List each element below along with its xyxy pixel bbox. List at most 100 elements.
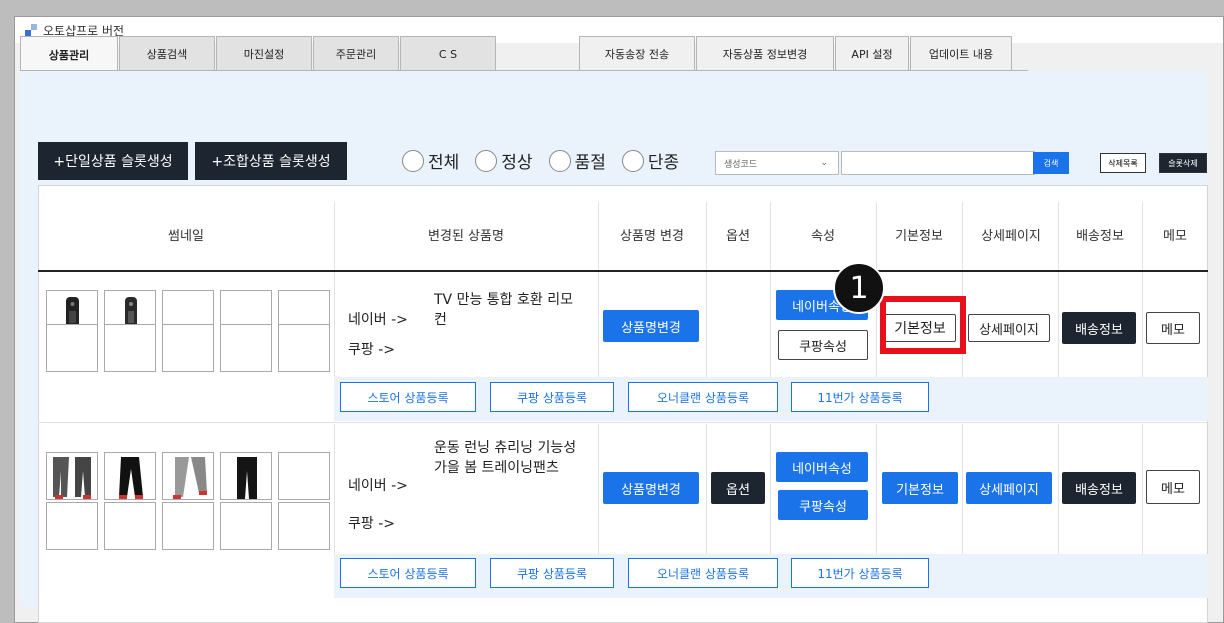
app-icon xyxy=(25,24,37,36)
screenshot-frame: 오토샵프로 버전 상품관리 상품검색 마진설정 주문관리 C S 자동송장 전송… xyxy=(0,0,1224,623)
thumbnail-slot[interactable] xyxy=(220,324,272,372)
radio-circle-icon xyxy=(548,149,571,172)
tab-product-management[interactable]: 상품관리 xyxy=(20,36,118,72)
thumbnail-slot[interactable] xyxy=(46,452,98,500)
create-combo-slot-button[interactable]: +조합상품 슬롯생성 xyxy=(195,142,347,180)
basic-info-button[interactable]: 기본정보 xyxy=(882,472,958,504)
slot-delete-button[interactable]: 슬롯삭제 xyxy=(1159,153,1207,173)
thumbnail-slot[interactable] xyxy=(46,502,98,550)
radio-all[interactable]: 전체 xyxy=(402,148,459,173)
coupang-attribute-button[interactable]: 쿠팡속성 xyxy=(778,330,868,360)
ownerclan-register-button[interactable]: 오너클랜 상품등록 xyxy=(628,558,778,588)
create-single-slot-button[interactable]: +단일상품 슬롯생성 xyxy=(38,142,188,180)
pants-icon xyxy=(53,457,91,499)
coupang-register-button[interactable]: 쿠팡 상품등록 xyxy=(490,558,614,588)
chevron-down-icon: ⌄ xyxy=(820,158,828,168)
naver-label: 네이버 -> xyxy=(348,312,408,328)
radio-circle-icon xyxy=(475,149,498,172)
col-divider xyxy=(770,202,771,378)
select-value: 생성코드 xyxy=(724,159,758,170)
thumbnail-slot[interactable] xyxy=(162,324,214,372)
coupang-label: 쿠팡 -> xyxy=(348,516,395,532)
tab-update-notes[interactable]: 업데이트 내용 xyxy=(910,36,1012,71)
radio-soldout[interactable]: 품절 xyxy=(548,148,606,173)
rename-product-button[interactable]: 상품명변경 xyxy=(603,472,699,504)
detail-page-button[interactable]: 상세페이지 xyxy=(968,314,1050,342)
tab-order-management[interactable]: 주문관리 xyxy=(313,36,399,71)
tab-cs[interactable]: C S xyxy=(400,36,496,71)
thumbnail-slot[interactable] xyxy=(46,324,98,372)
thumbnail-slot[interactable] xyxy=(104,502,156,550)
status-filter: 전체 정상 품절 단종 xyxy=(402,148,695,173)
header-divider xyxy=(38,270,1208,272)
shipping-info-button[interactable]: 배송정보 xyxy=(1062,312,1136,344)
deleted-list-button[interactable]: 삭제목록 xyxy=(1100,153,1146,173)
thumbnail-slot[interactable] xyxy=(278,324,330,372)
coupang-label: 쿠팡 -> xyxy=(348,342,395,358)
thumbnail-slot[interactable] xyxy=(162,452,214,500)
header-thumbnail: 썸네일 xyxy=(168,229,204,244)
rename-product-button[interactable]: 상품명변경 xyxy=(603,310,699,342)
11st-register-button[interactable]: 11번가 상품등록 xyxy=(791,558,929,588)
store-register-button[interactable]: 스토어 상품등록 xyxy=(340,382,476,412)
header-changed-name: 변경된 상품명 xyxy=(428,229,504,244)
row-divider xyxy=(38,422,1208,423)
naver-label: 네이버 -> xyxy=(348,478,408,494)
header-name-change: 상품명 변경 xyxy=(620,229,684,244)
thumbnail-slot[interactable] xyxy=(104,452,156,500)
tab-margin-settings[interactable]: 마진설정 xyxy=(216,36,312,71)
thumbnail-slot[interactable] xyxy=(162,502,214,550)
pants-icon xyxy=(237,457,257,499)
tab-product-search[interactable]: 상품검색 xyxy=(119,36,215,71)
highlight-box xyxy=(880,296,966,354)
11st-register-button[interactable]: 11번가 상품등록 xyxy=(791,382,929,412)
search-input[interactable] xyxy=(841,151,1035,175)
header-detail-page: 상세페이지 xyxy=(981,229,1041,244)
option-button[interactable]: 옵션 xyxy=(711,472,765,504)
search-type-select[interactable]: 생성코드 ⌄ xyxy=(715,151,839,175)
shipping-info-button[interactable]: 배송정보 xyxy=(1062,472,1136,504)
col-divider xyxy=(1142,202,1143,378)
main-tabs: 상품관리 상품검색 마진설정 주문관리 C S 자동송장 전송 자동상품 정보변… xyxy=(20,36,1028,72)
radio-discontinued-label: 단종 xyxy=(647,153,680,173)
tab-spacer xyxy=(497,36,579,71)
col-divider xyxy=(1142,424,1143,554)
thumbnail-slot[interactable] xyxy=(104,324,156,372)
naver-attribute-button[interactable]: 네이버속성 xyxy=(776,452,868,482)
pants-icon xyxy=(173,457,207,499)
naver-product-name: TV 만능 통합 호환 리모컨 xyxy=(434,292,573,328)
step-badge: 1 xyxy=(833,262,885,314)
col-divider xyxy=(876,424,877,554)
coupang-register-button[interactable]: 쿠팡 상품등록 xyxy=(490,382,614,412)
col-divider xyxy=(706,424,707,554)
col-divider xyxy=(770,424,771,554)
coupang-attribute-button[interactable]: 쿠팡속성 xyxy=(778,490,868,520)
pants-icon xyxy=(119,457,143,499)
radio-circle-icon xyxy=(402,149,424,172)
col-divider xyxy=(598,202,599,378)
header-basic-info: 기본정보 xyxy=(895,229,943,244)
tab-auto-invoice[interactable]: 자동송장 전송 xyxy=(579,36,695,71)
tab-auto-product-info[interactable]: 자동상품 정보변경 xyxy=(696,36,834,71)
col-divider xyxy=(1058,424,1059,554)
header-option: 옵션 xyxy=(726,229,750,244)
radio-normal[interactable]: 정상 xyxy=(475,148,533,173)
thumbnail-slot[interactable] xyxy=(278,502,330,550)
col-divider xyxy=(1058,202,1059,378)
search-button[interactable]: 검색 xyxy=(1033,152,1069,174)
memo-button[interactable]: 메모 xyxy=(1146,312,1200,344)
header-memo: 메모 xyxy=(1163,229,1187,244)
thumbnail-slot[interactable] xyxy=(278,452,330,500)
radio-soldout-label: 품절 xyxy=(574,153,606,173)
col-divider xyxy=(962,424,963,554)
detail-page-button[interactable]: 상세페이지 xyxy=(966,472,1052,504)
memo-button[interactable]: 메모 xyxy=(1146,470,1200,504)
thumbnail-slot[interactable] xyxy=(220,452,272,500)
ownerclan-register-button[interactable]: 오너클랜 상품등록 xyxy=(628,382,778,412)
store-register-button[interactable]: 스토어 상품등록 xyxy=(340,558,476,588)
radio-discontinued[interactable]: 단종 xyxy=(621,148,680,173)
header-shipping: 배송정보 xyxy=(1076,229,1124,244)
tab-api-settings[interactable]: API 설정 xyxy=(835,36,909,71)
col-divider xyxy=(598,424,599,554)
thumbnail-slot[interactable] xyxy=(220,502,272,550)
